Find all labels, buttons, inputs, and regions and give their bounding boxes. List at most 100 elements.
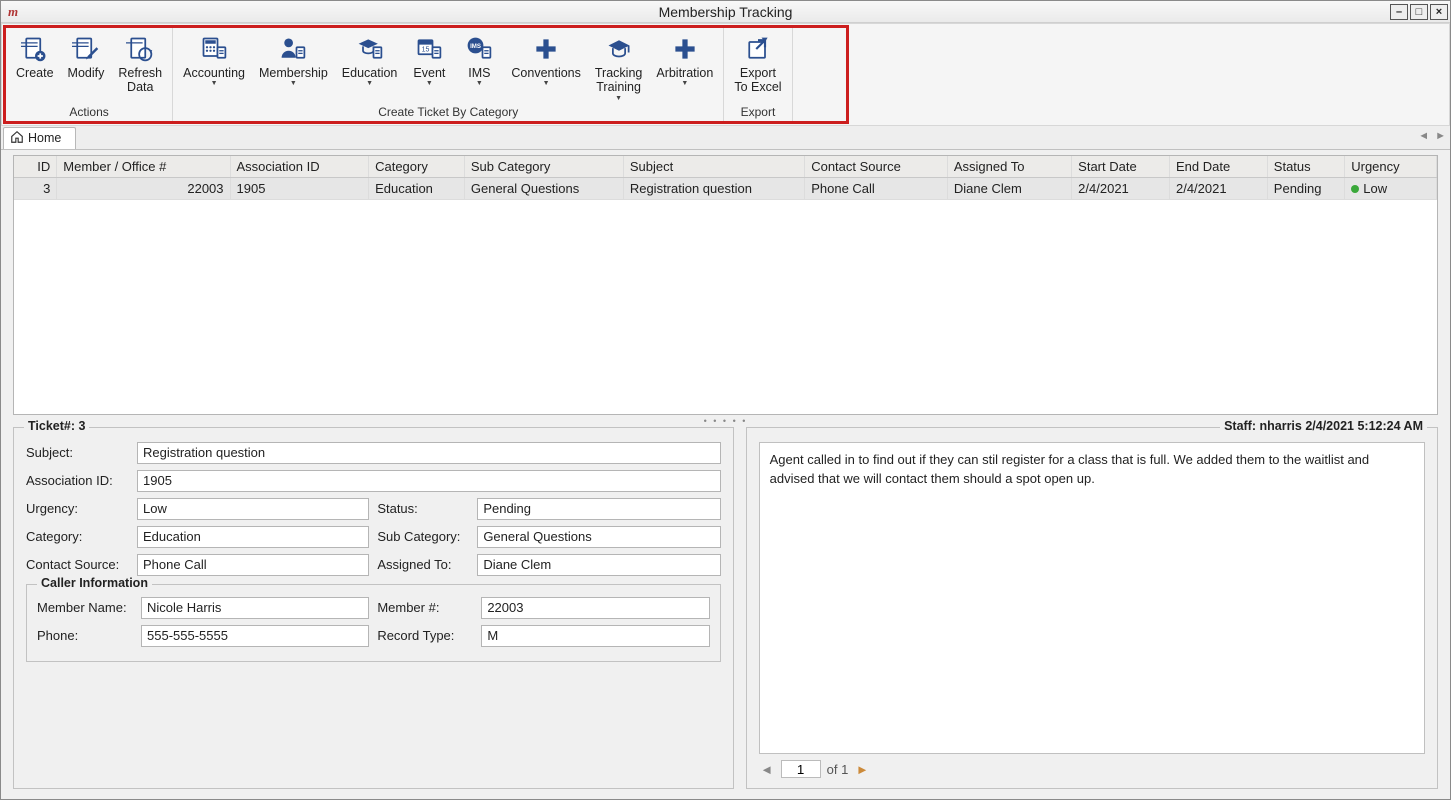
label-urgency: Urgency: [26, 501, 129, 516]
field-urgency[interactable]: Low [137, 498, 369, 520]
ims-button[interactable]: IMS IMS ▼ [455, 32, 503, 103]
pager-next-icon[interactable]: ► [854, 762, 870, 777]
col-header-assigned-to[interactable]: Assigned To [947, 156, 1071, 178]
accounting-label: Accounting [183, 66, 245, 80]
svg-text:15: 15 [422, 47, 430, 54]
window-buttons: – □ × [1390, 4, 1450, 20]
label-source: Contact Source: [26, 557, 129, 572]
ribbon-group-export: Export To ExcelExport [724, 28, 792, 121]
col-header-id[interactable]: ID [14, 156, 57, 178]
field-subcat[interactable]: General Questions [477, 526, 720, 548]
notes-text: Agent called in to find out if they can … [770, 452, 1370, 486]
close-button[interactable]: × [1430, 4, 1448, 20]
field-member-name[interactable]: Nicole Harris [141, 597, 369, 619]
education-label: Education [342, 66, 398, 80]
field-assigned[interactable]: Diane Clem [477, 554, 720, 576]
ribbon-group-label: Actions [10, 103, 168, 119]
modify-label: Modify [68, 66, 105, 80]
person-doc-icon [278, 34, 308, 64]
field-status[interactable]: Pending [477, 498, 720, 520]
education-button[interactable]: Education ▼ [336, 32, 404, 103]
doc-plus-icon [20, 34, 50, 64]
label-assoc: Association ID: [26, 473, 129, 488]
cell-assigned: Diane Clem [947, 177, 1071, 199]
cell-category: Education [369, 177, 465, 199]
refresh-label: Refresh Data [118, 66, 162, 95]
col-header-category[interactable]: Category [369, 156, 465, 178]
app-window: m Membership Tracking – □ × Create Modify… [0, 0, 1451, 800]
label-member-name: Member Name: [37, 600, 133, 615]
col-header-association-id[interactable]: Association ID [230, 156, 369, 178]
field-subject[interactable]: Registration question [137, 442, 721, 464]
export-icon [743, 34, 773, 64]
chevron-down-icon: ▼ [476, 82, 483, 86]
field-phone[interactable]: 555-555-5555 [141, 625, 369, 647]
document-tabbar: Home ◄ ► [1, 126, 1450, 150]
col-header-contact-source[interactable]: Contact Source [805, 156, 948, 178]
titlebar: m Membership Tracking – □ × [1, 1, 1450, 23]
col-header-subject[interactable]: Subject [623, 156, 804, 178]
notes-pager: ◄ of 1 ► [759, 754, 1425, 778]
ribbon-group-create-ticket-by-category: Accounting▼Membership▼Education▼15Event▼… [173, 28, 724, 121]
chevron-down-icon: ▼ [366, 82, 373, 86]
export-button[interactable]: Export To Excel [728, 32, 787, 103]
grad-doc-icon [355, 34, 385, 64]
label-member-num: Member #: [377, 600, 473, 615]
cal-doc-icon: 15 [414, 34, 444, 64]
tab-next-icon[interactable]: ► [1435, 130, 1446, 142]
cell-subcat: General Questions [464, 177, 623, 199]
label-status: Status: [377, 501, 469, 516]
pager-prev-icon[interactable]: ◄ [759, 762, 775, 777]
refresh-button[interactable]: Refresh Data [112, 32, 168, 103]
ribbon-highlight: Create Modify Refresh Data Actions Accountin… [3, 25, 849, 124]
minimize-button[interactable]: – [1390, 4, 1408, 20]
caller-info-panel: Caller Information Member Name: Nicole H… [26, 584, 721, 662]
ticket-grid: IDMember / Office #Association IDCategor… [13, 155, 1438, 415]
pager-page-input[interactable] [781, 760, 821, 778]
field-assoc[interactable]: 1905 [137, 470, 721, 492]
arbitration-button[interactable]: Arbitration▼ [650, 32, 719, 103]
create-label: Create [16, 66, 54, 80]
create-button[interactable]: Create [10, 32, 60, 103]
pager-of-label: of 1 [827, 762, 849, 777]
col-header-sub-category[interactable]: Sub Category [464, 156, 623, 178]
plus-icon [531, 34, 561, 64]
event-button[interactable]: 15Event▼ [405, 32, 453, 103]
detail-area: Ticket#: 3 Subject: Registration questio… [13, 427, 1438, 789]
maximize-button[interactable]: □ [1410, 4, 1428, 20]
modify-button[interactable]: Modify [62, 32, 111, 103]
col-header-end-date[interactable]: End Date [1169, 156, 1267, 178]
ticket-title: Ticket#: 3 [24, 419, 89, 433]
notes-panel: Staff: nharris 2/4/2021 5:12:24 AM Agent… [746, 427, 1438, 789]
tab-home[interactable]: Home [3, 127, 76, 149]
field-category[interactable]: Education [137, 526, 369, 548]
notes-textarea[interactable]: Agent called in to find out if they can … [759, 442, 1425, 754]
col-header-urgency[interactable]: Urgency [1345, 156, 1437, 178]
field-source[interactable]: Phone Call [137, 554, 369, 576]
tracking-button[interactable]: Tracking Training▼ [589, 32, 648, 103]
membership-button[interactable]: Membership▼ [253, 32, 334, 103]
ims-label: IMS [468, 66, 490, 80]
field-record-type[interactable]: M [481, 625, 709, 647]
col-header-start-date[interactable]: Start Date [1072, 156, 1170, 178]
ribbon-group-label: Export [728, 103, 787, 119]
conventions-button[interactable]: Conventions▼ [505, 32, 587, 103]
doc-refresh-icon [125, 34, 155, 64]
ticket-title-prefix: Ticket#: [28, 419, 75, 433]
label-phone: Phone: [37, 628, 133, 643]
tab-prev-icon[interactable]: ◄ [1418, 130, 1429, 142]
field-member-num[interactable]: 22003 [481, 597, 709, 619]
cell-urgency: Low [1345, 177, 1437, 199]
membership-label: Membership [259, 66, 328, 80]
svg-text:IMS: IMS [470, 43, 481, 50]
label-subcat: Sub Category: [377, 529, 469, 544]
chevron-down-icon: ▼ [681, 82, 688, 86]
tracking-label: Tracking Training [595, 66, 642, 95]
col-header-member-office-[interactable]: Member / Office # [57, 156, 230, 178]
col-header-status[interactable]: Status [1267, 156, 1344, 178]
accounting-button[interactable]: Accounting▼ [177, 32, 251, 103]
cell-status: Pending [1267, 177, 1344, 199]
table-row[interactable]: 3220031905EducationGeneral QuestionsRegi… [14, 177, 1437, 199]
caller-info-title: Caller Information [37, 576, 152, 590]
home-icon [10, 130, 24, 147]
